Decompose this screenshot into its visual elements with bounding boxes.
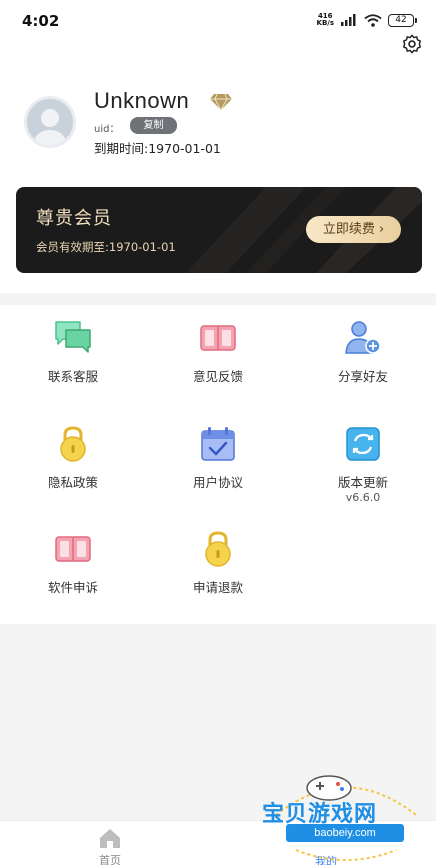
profile-header: 4:02 416 KB/s 42 Unknown uid： 复制 到期时间:19… xyxy=(0,0,436,293)
copy-button[interactable]: 复制 xyxy=(130,117,177,134)
refresh-icon xyxy=(346,427,380,461)
grid-label: 版本更新 xyxy=(337,475,388,490)
vip-validity: 会员有效期至:1970-01-01 xyxy=(36,240,176,254)
grid-label: 联系客服 xyxy=(47,369,98,384)
network-speed: 416 KB/s xyxy=(316,12,334,27)
gear-icon[interactable] xyxy=(401,33,423,55)
grid-item-software-appeal[interactable]: 软件申诉 xyxy=(0,516,146,616)
watermark-url: baobeiy.com xyxy=(286,824,404,842)
grid-label: 意见反馈 xyxy=(192,369,243,384)
grid-item-feedback[interactable]: 意见反馈 xyxy=(145,305,291,405)
grid-item-refund-request[interactable]: 申请退款 xyxy=(145,516,291,616)
wifi-icon xyxy=(364,13,382,27)
user-avatar-icon xyxy=(32,109,68,145)
version-number: v6.6.0 xyxy=(345,491,381,504)
book-icon xyxy=(200,325,236,351)
grid-label: 软件申诉 xyxy=(47,580,98,595)
chat-icon xyxy=(55,321,91,353)
renew-button[interactable]: 立即续费 › xyxy=(306,216,401,243)
signal-icon xyxy=(341,14,356,26)
watermark-logo: 宝贝游戏网 baobeiy.com xyxy=(256,770,436,865)
expiry-date: 到期时间:1970-01-01 xyxy=(94,141,221,156)
status-time: 4:02 xyxy=(22,12,60,30)
diamond-icon xyxy=(210,93,232,112)
battery-icon: 42 xyxy=(388,13,417,27)
calendar-check-icon xyxy=(201,427,235,461)
book-icon xyxy=(55,536,91,562)
renew-label: 立即续费 xyxy=(322,222,375,237)
grid-item-privacy-policy[interactable]: 隐私政策 xyxy=(0,411,146,511)
username: Unknown xyxy=(94,88,190,113)
lock-icon xyxy=(205,531,231,567)
grid-item-version-update[interactable]: 版本更新 v6.6.0 xyxy=(290,411,436,511)
uid-label: uid： xyxy=(94,124,120,135)
home-icon xyxy=(100,829,120,848)
lock-icon xyxy=(60,426,86,462)
grid-item-contact-service[interactable]: 联系客服 xyxy=(0,305,146,405)
vip-title: 尊贵会员 xyxy=(36,208,112,229)
status-bar: 4:02 416 KB/s 42 xyxy=(0,0,436,42)
tab-home[interactable]: 首页 xyxy=(82,825,138,865)
add-user-icon xyxy=(345,321,381,354)
grid-item-user-agreement[interactable]: 用户协议 xyxy=(145,411,291,511)
grid-label: 用户协议 xyxy=(192,475,243,490)
grid-label: 申请退款 xyxy=(192,580,243,595)
vip-card[interactable]: 尊贵会员 会员有效期至:1970-01-01 立即续费 › xyxy=(16,187,422,273)
function-grid: 联系客服 意见反馈 分享好友 隐私政策 用户协议 版本更新 v6.6.0 软件申… xyxy=(0,305,436,624)
avatar[interactable] xyxy=(24,96,76,148)
grid-label: 隐私政策 xyxy=(47,475,98,490)
tab-home-label: 首页 xyxy=(99,854,121,865)
renew-arrow-icon: › xyxy=(378,222,385,237)
grid-label: 分享好友 xyxy=(337,369,388,384)
grid-item-share-friends[interactable]: 分享好友 xyxy=(290,305,436,405)
status-icons: 416 KB/s 42 xyxy=(316,12,417,27)
